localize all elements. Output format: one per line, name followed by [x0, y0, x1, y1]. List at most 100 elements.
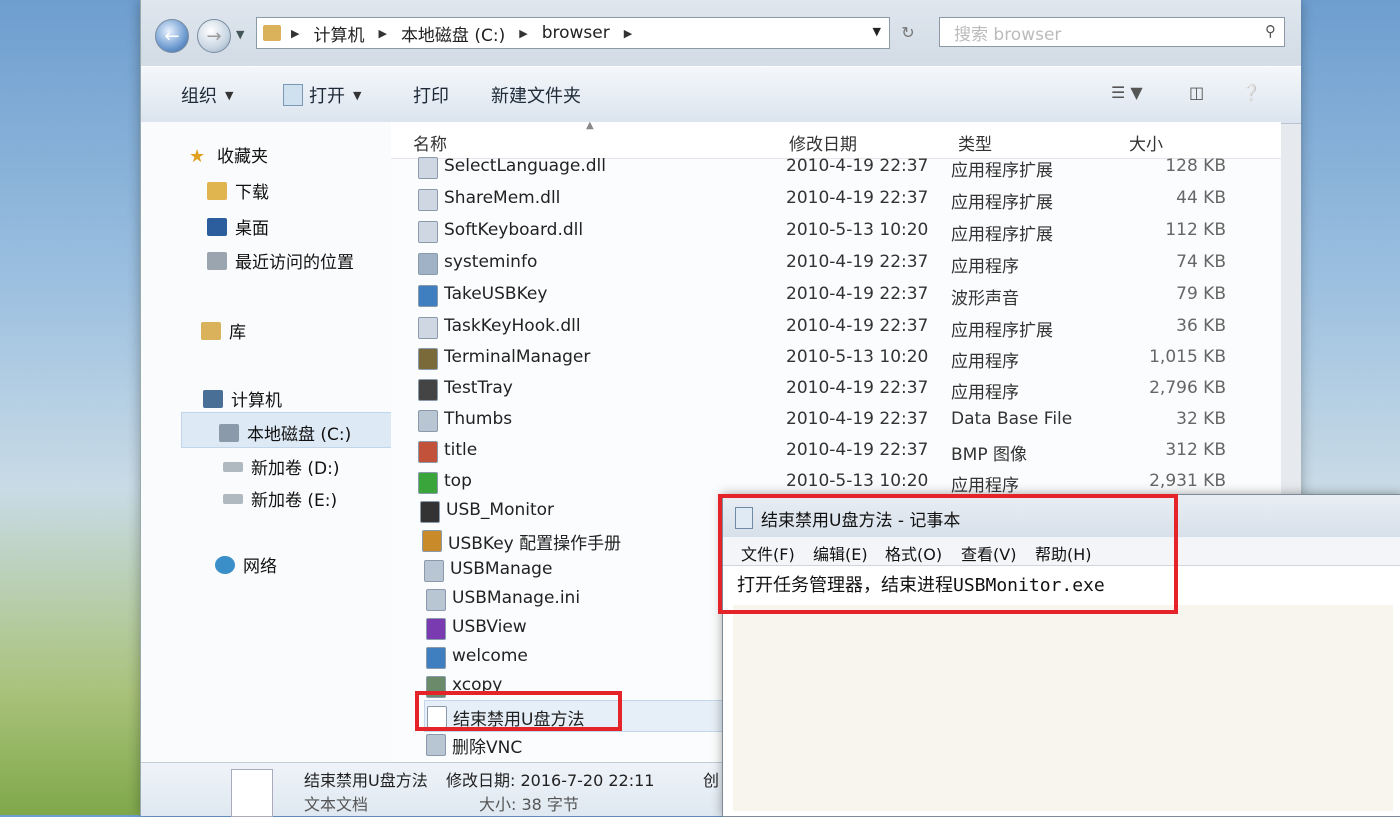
- network-icon: [215, 555, 235, 574]
- new-folder-button[interactable]: 新建文件夹: [491, 82, 581, 108]
- search-placeholder: 搜索 browser: [954, 24, 1062, 45]
- sidebar-item-desktop[interactable]: 桌面: [207, 214, 269, 239]
- sidebar-label: 网络: [243, 557, 277, 577]
- file-name: systeminfo: [444, 252, 538, 272]
- file-name: USB_Monitor: [446, 500, 555, 520]
- open-button[interactable]: 打开 ▼: [283, 82, 361, 108]
- forward-button[interactable]: →: [197, 19, 231, 53]
- file-name: SoftKeyboard.dll: [444, 220, 584, 240]
- details-modified: 修改日期: 2016-7-20 22:11: [446, 771, 655, 790]
- file-size: 128 KB: [1165, 156, 1226, 176]
- file-icon: [426, 618, 446, 640]
- text-file-icon: [231, 769, 273, 817]
- file-date: 2010-4-19 22:37: [786, 156, 929, 176]
- file-name: top: [444, 471, 472, 491]
- file-icon: [420, 501, 440, 523]
- refresh-icon: ↻: [901, 22, 915, 42]
- file-type: Data Base File: [951, 409, 1073, 429]
- view-options-icon[interactable]: ☰ ▼: [1111, 83, 1143, 102]
- chevron-down-icon: ▼: [353, 88, 362, 102]
- file-size: 79 KB: [1176, 284, 1226, 304]
- sidebar-item-favorites[interactable]: ★ 收藏夹: [189, 142, 268, 168]
- chevron-right-icon[interactable]: ▶: [624, 27, 632, 40]
- sidebar-label: 本地磁盘 (C:): [247, 425, 352, 445]
- file-name: 删除VNC: [452, 738, 523, 758]
- address-bar[interactable]: ▶ 计算机 ▶ 本地磁盘 (C:) ▶ browser ▶ ▼: [256, 17, 890, 49]
- file-type: 应用程序扩展: [951, 321, 1053, 341]
- preview-pane-icon[interactable]: ◫: [1189, 83, 1204, 102]
- file-date: 2010-4-19 22:37: [786, 252, 929, 272]
- sidebar-item-drive-d[interactable]: 新加卷 (D:): [223, 454, 340, 479]
- sidebar-item-downloads[interactable]: 下载: [207, 178, 269, 203]
- chevron-right-icon[interactable]: ▶: [291, 27, 299, 40]
- back-button[interactable]: ←: [155, 19, 189, 53]
- details-created: 创: [703, 771, 720, 790]
- file-row[interactable]: TakeUSBKey 2010-4-19 22:37 波形声音 79 KB: [416, 280, 1266, 310]
- recent-places-icon: [207, 251, 227, 270]
- navigation-bar: ← → ▼ ▶ 计算机 ▶ 本地磁盘 (C:) ▶ browser ▶ ▼ ↻ …: [141, 0, 1301, 64]
- file-row[interactable]: TaskKeyHook.dll 2010-4-19 22:37 应用程序扩展 36 K…: [416, 312, 1266, 342]
- file-row[interactable]: systeminfo 2010-4-19 22:37 应用程序 74 KB: [416, 248, 1266, 278]
- sidebar-item-libraries[interactable]: 库: [201, 318, 246, 343]
- file-name: USBManage: [450, 559, 553, 579]
- sidebar-item-network[interactable]: 网络: [215, 552, 277, 577]
- computer-icon: [203, 389, 223, 408]
- file-name: TakeUSBKey: [444, 284, 548, 304]
- file-row[interactable]: TerminalManager 2010-5-13 10:20 应用程序 1,015 …: [416, 343, 1266, 373]
- star-icon: ★: [189, 145, 206, 167]
- file-icon: [418, 472, 438, 494]
- sidebar-label: 新加卷 (E:): [251, 491, 338, 511]
- print-button[interactable]: 打印: [413, 82, 449, 108]
- breadcrumb-computer[interactable]: 计算机: [313, 21, 364, 46]
- sidebar-item-drive-e[interactable]: 新加卷 (E:): [223, 486, 337, 511]
- file-size: 1,015 KB: [1149, 347, 1226, 367]
- file-name: TaskKeyHook.dll: [444, 316, 581, 336]
- file-icon: [418, 441, 438, 463]
- download-folder-icon: [207, 181, 227, 200]
- file-icon: [418, 157, 438, 179]
- file-row[interactable]: Thumbs 2010-4-19 22:37 Data Base File 32 KB: [416, 405, 1266, 435]
- file-size: 2,931 KB: [1149, 471, 1226, 491]
- file-name: USBKey 配置操作手册: [448, 534, 622, 554]
- search-input[interactable]: 搜索 browser ⚲: [939, 17, 1285, 47]
- highlight-box-file: [415, 691, 622, 731]
- file-type: 波形声音: [951, 289, 1019, 309]
- refresh-button[interactable]: ↻: [893, 17, 923, 47]
- drive-icon: [223, 493, 243, 504]
- sidebar-item-computer[interactable]: 计算机: [203, 386, 282, 411]
- notepad-editor[interactable]: [733, 605, 1393, 811]
- file-type: 应用程序扩展: [951, 193, 1053, 213]
- sidebar-item-drive-c[interactable]: 本地磁盘 (C:): [219, 420, 351, 445]
- file-row[interactable]: TestTray 2010-4-19 22:37 应用程序 2,796 KB: [416, 374, 1266, 404]
- arrow-right-icon: →: [206, 25, 222, 47]
- sidebar-label: 下载: [235, 183, 269, 203]
- breadcrumb-drive-c[interactable]: 本地磁盘 (C:): [401, 21, 505, 46]
- file-icon: [418, 221, 438, 243]
- chevron-right-icon[interactable]: ▶: [519, 27, 527, 40]
- organize-button[interactable]: 组织 ▼: [181, 82, 233, 108]
- file-row[interactable]: SelectLanguage.dll 2010-4-19 22:37 应用程序扩展 1…: [416, 152, 1266, 182]
- chevron-right-icon[interactable]: ▶: [378, 27, 386, 40]
- file-row[interactable]: top 2010-5-13 10:20 应用程序 2,931 KB: [416, 467, 1266, 497]
- file-name: Thumbs: [444, 409, 513, 429]
- open-icon: [283, 84, 303, 106]
- file-name: ShareMem.dll: [444, 188, 561, 208]
- search-icon[interactable]: ⚲: [1265, 22, 1276, 40]
- sidebar-label: 桌面: [235, 219, 269, 239]
- breadcrumb-browser[interactable]: browser: [542, 23, 610, 43]
- sidebar-label: 新加卷 (D:): [251, 459, 340, 479]
- arrow-left-icon: ←: [164, 25, 180, 47]
- help-icon[interactable]: ❔: [1241, 83, 1261, 102]
- file-row[interactable]: SoftKeyboard.dll 2010-5-13 10:20 应用程序扩展 112…: [416, 216, 1266, 246]
- file-row[interactable]: ShareMem.dll 2010-4-19 22:37 应用程序扩展 44 KB: [416, 184, 1266, 214]
- sidebar-label: 最近访问的位置: [235, 253, 354, 273]
- address-dropdown-icon[interactable]: ▼: [873, 25, 881, 38]
- sort-arrow-icon: ▲: [586, 120, 594, 131]
- file-row[interactable]: title 2010-4-19 22:37 BMP 图像 312 KB: [416, 436, 1266, 466]
- history-dropdown-icon[interactable]: ▼: [236, 28, 244, 41]
- file-type: 应用程序: [951, 383, 1019, 403]
- sidebar-item-recent[interactable]: 最近访问的位置: [207, 248, 354, 273]
- file-name: TerminalManager: [444, 347, 591, 367]
- highlight-box-notepad: [718, 494, 1178, 614]
- file-name: USBManage.ini: [452, 588, 581, 608]
